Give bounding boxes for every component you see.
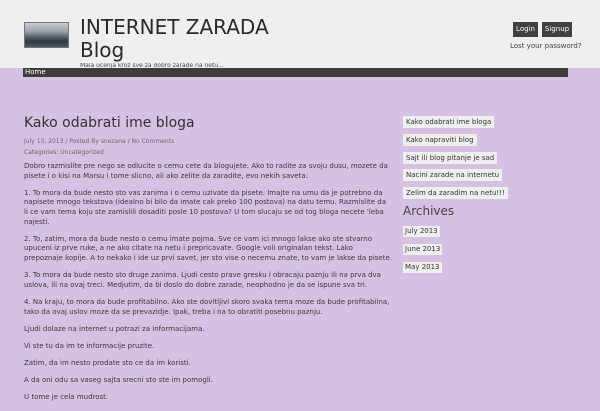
sidebar-link-sajt-ili-blog[interactable]: Sajt ili blog pitanje je sad — [403, 152, 498, 164]
post-meta: July 13, 2013 / Posted By snezana / No C… — [24, 138, 175, 145]
post-paragraph: 1. To mora da bude nesto sto vas zanima … — [24, 188, 387, 226]
post-paragraph: 4. Na kraju, to mora da bude profitabiln… — [24, 297, 390, 316]
post-paragraph: 3. To mora da bude nesto sto druge zanim… — [24, 271, 381, 289]
sidebar-link-kako-napraviti[interactable]: Kako napraviti blog — [403, 134, 477, 146]
sidebar-link-kako-odabrati[interactable]: Kako odabrati ime bloga — [403, 116, 495, 128]
post-paragraph: U tome je cela mudrost. — [24, 393, 109, 402]
sidebar-link-nacini-zarade[interactable]: Nacini zarade na internetu — [403, 169, 503, 181]
lost-password-link[interactable]: Lost your password? — [510, 42, 582, 50]
archive-link-july-2013[interactable]: July 2013 — [403, 226, 440, 237]
nav-item-home[interactable]: Home — [25, 68, 46, 77]
sidebar-link-zelim-da-zaradim[interactable]: Zelim da zaradim na netu!!! — [403, 187, 508, 199]
post-paragraph: Vi ste tu da im te informacije pruzite. — [24, 341, 155, 350]
site-header: INTERNET ZARADA Blog Mala ucenja kroz sv… — [0, 0, 600, 68]
post-paragraph: Ljudi dolaze na internet u potrazi za in… — [24, 324, 205, 333]
post-paragraph: Dobro razmislite pre nego se odlucite o … — [24, 162, 388, 180]
post-categories: Categories: Uncategorized — [24, 149, 104, 156]
login-button[interactable]: Login — [513, 22, 538, 37]
post-content: Dobro razmislite pre nego se odlucite o … — [24, 162, 392, 411]
site-title[interactable]: INTERNET ZARADA Blog — [80, 16, 269, 62]
post-paragraph: Zatim, da im nesto prodate sto ce da im … — [24, 359, 191, 368]
post-title[interactable]: Kako odabrati ime bloga — [24, 115, 195, 131]
archive-link-june-2013[interactable]: June 2013 — [403, 244, 443, 255]
site-logo-image[interactable] — [24, 22, 69, 48]
signup-button[interactable]: Signup — [542, 22, 572, 37]
site-title-line1[interactable]: INTERNET ZARADA — [80, 15, 269, 39]
archive-link-may-2013[interactable]: May 2013 — [403, 262, 442, 273]
main-navbar: Home — [23, 68, 568, 77]
post-paragraph: 2. To, zatim, mora da bude nesto o cemu … — [24, 234, 392, 262]
site-title-line2[interactable]: Blog — [80, 38, 124, 62]
post-paragraph: A da oni odu sa vaseg sajta srecni sto s… — [24, 376, 213, 385]
archives-heading: Archives — [403, 204, 455, 218]
